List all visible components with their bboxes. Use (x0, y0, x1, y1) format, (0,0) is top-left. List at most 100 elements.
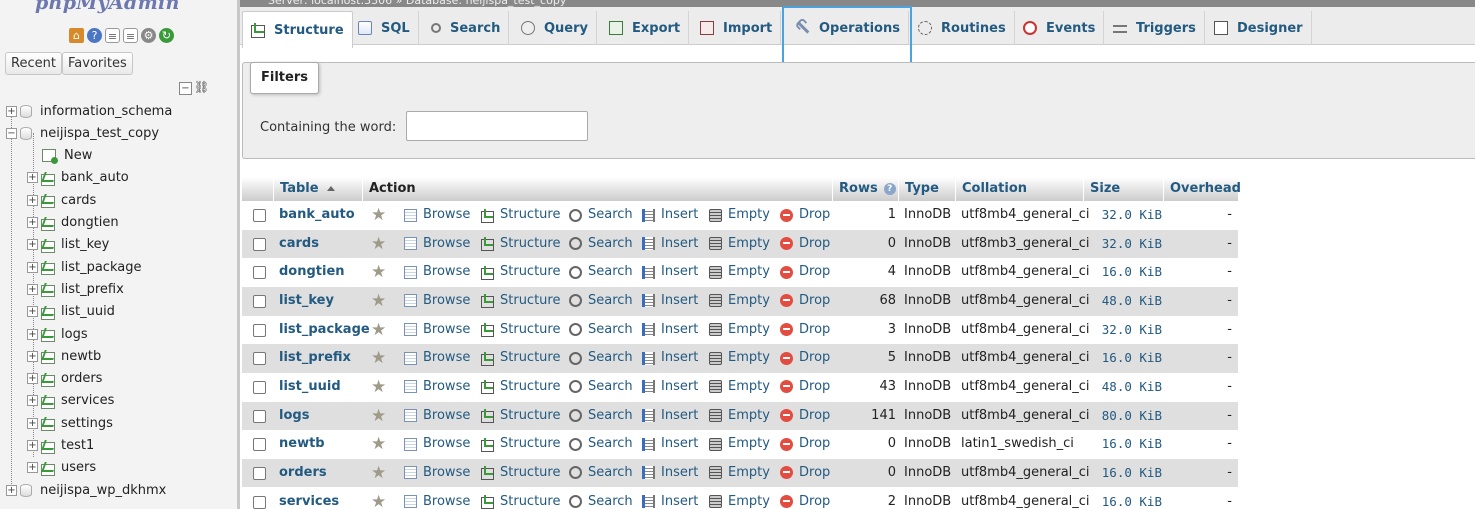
expand-icon[interactable]: + (6, 105, 17, 117)
browse-action-link[interactable]: Browse (404, 287, 470, 315)
structure-action-link[interactable]: Structure (481, 402, 560, 430)
drop-action-link[interactable]: Drop (780, 430, 830, 458)
structure-action-link[interactable]: Structure (481, 344, 560, 372)
favorite-star-icon[interactable]: ★ (371, 201, 386, 229)
table-structure-icon[interactable] (41, 217, 55, 231)
table-size-link[interactable]: 48.0 KiB (1092, 373, 1162, 401)
search-action-link[interactable]: Search (569, 488, 633, 509)
empty-action-link[interactable]: Empty (709, 459, 770, 487)
table-structure-icon[interactable] (41, 395, 55, 409)
collapse-icon[interactable]: − (6, 127, 17, 139)
browse-action-link[interactable]: Browse (404, 344, 470, 372)
sidebar-table-item[interactable]: + logs (27, 323, 88, 345)
search-action-link[interactable]: Search (569, 373, 633, 401)
tab-events[interactable]: Events (1015, 11, 1105, 45)
browse-action-link[interactable]: Browse (404, 459, 470, 487)
link-with-main-panel-icon[interactable]: ⛓ (194, 81, 209, 95)
column-header-type[interactable]: Type (898, 177, 955, 201)
sidebar-table-item[interactable]: + list_prefix (27, 278, 124, 300)
expand-icon[interactable]: + (27, 350, 38, 362)
table-size-link[interactable]: 16.0 KiB (1092, 258, 1162, 286)
collapse-all-icon[interactable]: − (179, 82, 192, 95)
empty-action-link[interactable]: Empty (709, 258, 770, 286)
table-size-link[interactable]: 32.0 KiB (1092, 230, 1162, 258)
sidebar-table-item[interactable]: + list_package (27, 256, 141, 278)
favorite-star-icon[interactable]: ★ (371, 430, 386, 458)
insert-action-link[interactable]: Insert (642, 459, 698, 487)
favorite-star-icon[interactable]: ★ (371, 316, 386, 344)
insert-action-link[interactable]: Insert (642, 430, 698, 458)
structure-action-link[interactable]: Structure (481, 316, 560, 344)
favorite-star-icon[interactable]: ★ (371, 230, 386, 258)
empty-action-link[interactable]: Empty (709, 344, 770, 372)
gear-icon[interactable]: ⚙ (141, 28, 156, 43)
structure-action-link[interactable]: Structure (481, 430, 560, 458)
tab-routines[interactable]: Routines (910, 11, 1015, 45)
tab-triggers[interactable]: Triggers (1105, 11, 1205, 45)
table-structure-icon[interactable] (41, 440, 55, 454)
browse-action-link[interactable]: Browse (404, 402, 470, 430)
drop-action-link[interactable]: Drop (780, 488, 830, 509)
empty-action-link[interactable]: Empty (709, 287, 770, 315)
drop-action-link[interactable]: Drop (780, 316, 830, 344)
table-structure-icon[interactable] (41, 328, 55, 342)
row-checkbox[interactable] (253, 438, 266, 452)
sidebar-table-item[interactable]: + list_key (27, 234, 109, 256)
drop-action-link[interactable]: Drop (780, 344, 830, 372)
row-checkbox[interactable] (253, 466, 266, 480)
expand-icon[interactable]: + (27, 261, 38, 273)
tab-search[interactable]: Search (423, 11, 510, 45)
favorite-star-icon[interactable]: ★ (371, 488, 386, 509)
documentation-icon[interactable]: ≡ (105, 28, 120, 43)
expand-icon[interactable]: + (27, 373, 38, 385)
browse-action-link[interactable]: Browse (404, 258, 470, 286)
table-size-link[interactable]: 80.0 KiB (1092, 402, 1162, 430)
favorite-star-icon[interactable]: ★ (371, 373, 386, 401)
table-structure-icon[interactable] (41, 306, 55, 320)
sidebar-table-item[interactable]: + bank_auto (27, 167, 129, 189)
search-action-link[interactable]: Search (569, 402, 633, 430)
favorite-star-icon[interactable]: ★ (371, 258, 386, 286)
sidebar-table-item[interactable]: + newtb (27, 345, 101, 367)
sidebar-database-item[interactable]: + information_schema (6, 100, 172, 122)
expand-icon[interactable]: + (27, 283, 38, 295)
tab-sql[interactable]: SQL (350, 11, 419, 45)
drop-action-link[interactable]: Drop (780, 373, 830, 401)
table-structure-icon[interactable] (41, 350, 55, 365)
phpmyadmin-logo[interactable]: phpMyAdmin (35, 0, 180, 14)
expand-icon[interactable]: + (27, 440, 38, 451)
table-size-link[interactable]: 32.0 KiB (1092, 201, 1162, 229)
table-size-link[interactable]: 16.0 KiB (1092, 459, 1162, 487)
tab-query[interactable]: Query (513, 11, 598, 45)
insert-action-link[interactable]: Insert (642, 201, 698, 229)
sidebar-table-item[interactable]: + dongtien (27, 212, 119, 234)
expand-icon[interactable]: + (27, 417, 38, 429)
row-checkbox[interactable] (253, 294, 266, 308)
table-name-link[interactable]: logs (279, 402, 309, 430)
table-size-link[interactable]: 16.0 KiB (1092, 430, 1162, 458)
browse-action-link[interactable]: Browse (404, 430, 470, 458)
row-checkbox[interactable] (253, 209, 266, 222)
browse-action-link[interactable]: Browse (404, 373, 470, 401)
empty-action-link[interactable]: Empty (709, 430, 770, 458)
tab-export[interactable]: Export (601, 11, 690, 45)
empty-action-link[interactable]: Empty (709, 373, 770, 401)
insert-action-link[interactable]: Insert (642, 258, 698, 286)
drop-action-link[interactable]: Drop (780, 230, 830, 258)
drop-action-link[interactable]: Drop (780, 201, 830, 229)
sidebar-database-item[interactable]: + neijispa_wp_dkhmx (6, 479, 166, 501)
insert-action-link[interactable]: Insert (642, 373, 698, 401)
favorite-star-icon[interactable]: ★ (371, 459, 386, 487)
table-structure-icon[interactable] (41, 261, 55, 276)
home-icon[interactable]: ⌂ (69, 28, 84, 43)
row-checkbox[interactable] (253, 352, 266, 366)
browse-action-link[interactable]: Browse (404, 316, 470, 344)
table-structure-icon[interactable] (41, 172, 55, 186)
expand-icon[interactable]: + (27, 395, 38, 407)
search-action-link[interactable]: Search (569, 344, 633, 372)
table-name-link[interactable]: orders (279, 459, 327, 487)
table-name-link[interactable]: list_key (279, 287, 334, 315)
row-checkbox[interactable] (253, 495, 266, 509)
row-checkbox[interactable] (253, 323, 266, 337)
drop-action-link[interactable]: Drop (780, 459, 830, 487)
